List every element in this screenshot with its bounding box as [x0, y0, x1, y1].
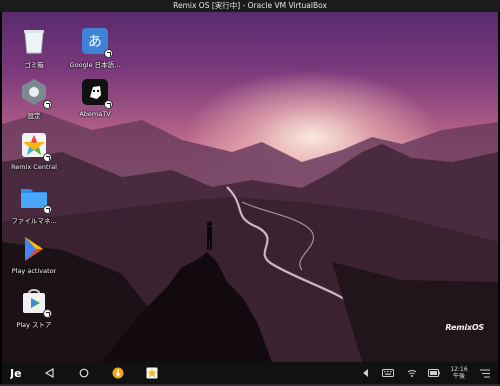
- remix-central-icon: [19, 130, 52, 162]
- shortcut-arrow-icon: [43, 100, 52, 109]
- clock-period: 午後: [452, 373, 465, 380]
- folder-icon: [19, 182, 52, 214]
- home-icon: [79, 368, 89, 378]
- play-activator-icon: [19, 234, 49, 264]
- taskbar: Je 12:16 午後: [2, 362, 498, 384]
- shortcut-arrow-icon: [43, 205, 52, 214]
- settings-icon: [19, 77, 52, 109]
- tray-expand-button[interactable]: [360, 362, 372, 384]
- shortcut-arrow-icon: [43, 309, 52, 318]
- battery-icon: [428, 369, 440, 377]
- back-icon: [45, 368, 54, 378]
- shortcut-arrow-icon: [104, 100, 113, 109]
- wifi-icon: [407, 370, 417, 377]
- clock-time: 12:16: [450, 366, 468, 373]
- desktop-icon-play-activator[interactable]: Play activator: [2, 234, 70, 275]
- wifi-button[interactable]: [404, 362, 420, 384]
- battery-indicator[interactable]: [426, 362, 442, 384]
- taskbar-app-remix-central[interactable]: [142, 362, 162, 384]
- remix-central-icon: [146, 367, 158, 379]
- desktop-icon-google-japanese-input[interactable]: あ Google 日本語...: [59, 26, 131, 69]
- desktop-icon-play-store[interactable]: Play ストア: [2, 286, 70, 329]
- svg-text:Je: Je: [10, 367, 22, 379]
- taskbar-app-google-japanese-input[interactable]: [108, 362, 128, 384]
- menu-lines-icon: [480, 369, 490, 377]
- remix-start-icon: Je: [10, 367, 22, 379]
- clock[interactable]: 12:16 午後: [448, 362, 470, 384]
- desktop-icon-file-manager[interactable]: ファイルマネ...: [2, 182, 70, 225]
- back-button[interactable]: [40, 362, 60, 384]
- start-button[interactable]: Je: [6, 362, 28, 384]
- home-button[interactable]: [74, 362, 94, 384]
- keyboard-icon: [382, 369, 394, 377]
- chevron-left-icon: [363, 369, 368, 377]
- desktop[interactable]: ゴミ箱 あ Google 日本語... 設定 AbemaTV Remix Cen…: [2, 12, 498, 362]
- notification-app-icon: [112, 367, 124, 379]
- remixos-watermark: RemixOS: [445, 323, 484, 332]
- abematv-icon: [80, 77, 113, 109]
- trash-icon: [19, 26, 49, 56]
- shortcut-arrow-icon: [43, 153, 52, 162]
- notification-center-button[interactable]: [476, 362, 494, 384]
- window-title-bar[interactable]: Remix OS [実行中] - Oracle VM VirtualBox: [0, 0, 500, 12]
- desktop-icon-abematv[interactable]: AbemaTV: [59, 77, 131, 118]
- keyboard-button[interactable]: [380, 362, 396, 384]
- window-title: Remix OS [実行中] - Oracle VM VirtualBox: [173, 1, 327, 10]
- shortcut-arrow-icon: [104, 49, 113, 58]
- google-japanese-input-icon: あ: [80, 26, 113, 58]
- desktop-icon-remix-central[interactable]: Remix Central: [2, 130, 70, 171]
- play-store-icon: [19, 286, 52, 318]
- svg-text:あ: あ: [88, 34, 102, 50]
